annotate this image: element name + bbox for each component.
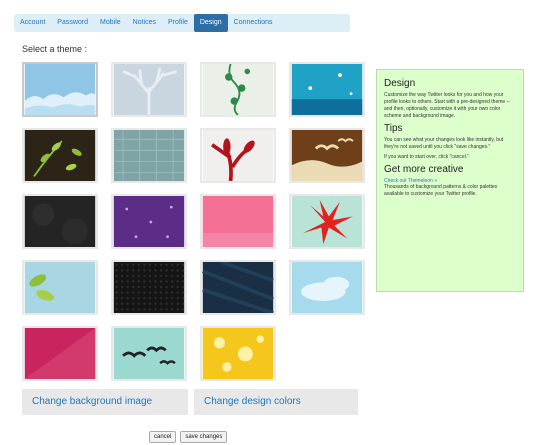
form-actions: cancel save changes [149,431,228,443]
tips-title: Tips [384,123,403,134]
design-help-sidebar: Design Customize the way Twitter looks f… [376,69,524,292]
tab-notices[interactable]: Notices [127,14,162,32]
theme-sparkle[interactable] [289,62,365,117]
theme-crimson[interactable] [22,326,98,381]
tab-password[interactable]: Password [51,14,94,32]
tab-profile[interactable]: Profile [162,14,194,32]
creative-text: Thousands of background patterns & color… [384,184,498,197]
theme-leaves[interactable] [22,128,98,183]
tips-text-2: If you want to start over, click "cancel… [384,154,469,160]
tab-connections[interactable]: Connections [228,14,279,32]
save-changes-button[interactable]: save changes [180,431,228,443]
theme-yellow-flowers[interactable] [200,326,276,381]
creative-title: Get more creative [384,164,464,175]
theme-vine[interactable] [200,62,276,117]
theme-dark[interactable] [22,194,98,249]
theme-pink[interactable] [200,194,276,249]
theme-purple-stars[interactable] [111,194,187,249]
change-colors-button[interactable]: Change design colors [194,389,358,415]
settings-tabs: Account Password Mobile Notices Profile … [14,14,350,32]
select-theme-heading: Select a theme : [22,44,88,54]
theme-leaf[interactable] [22,260,98,315]
theme-navy[interactable] [200,260,276,315]
theme-teal-texture[interactable] [111,128,187,183]
theme-black-dots[interactable] [111,260,187,315]
theme-sky-clouds[interactable] [22,62,98,117]
tab-account[interactable]: Account [14,14,51,32]
theme-pale-tree[interactable] [111,62,187,117]
tips-text-1: You can see what your changes look like … [384,137,504,150]
design-title: Design [384,78,416,89]
theme-red-plant[interactable] [200,128,276,183]
tab-design[interactable]: Design [193,14,228,32]
theme-grid [22,62,368,385]
theme-red-flower[interactable] [289,194,365,249]
theme-brown-birds[interactable] [289,128,365,183]
theme-birds[interactable] [111,326,187,381]
tab-mobile[interactable]: Mobile [94,14,127,32]
design-text: Customize the way Twitter looks for you … [384,92,510,119]
cancel-button[interactable]: cancel [149,431,177,443]
theme-cloud[interactable] [289,260,365,315]
change-background-button[interactable]: Change background image [22,389,188,415]
